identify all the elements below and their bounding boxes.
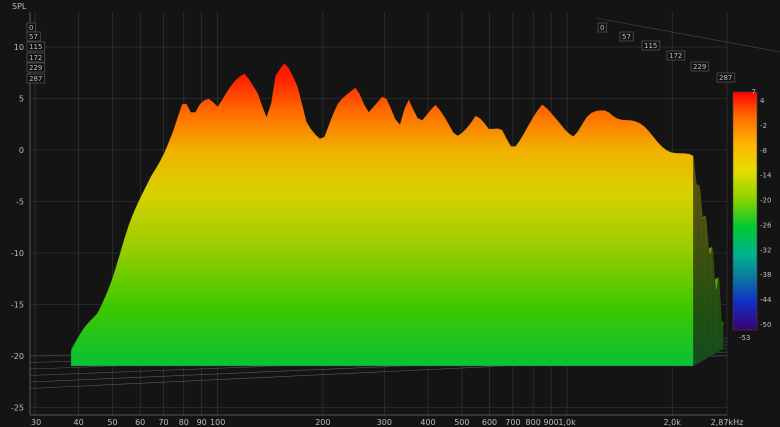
time-tick-left: 229 <box>29 64 42 72</box>
y-tick-label: -25 <box>11 404 24 413</box>
waterfall-plot: SPL1050-5-10-15-20-2530 40 50 60 70 80 90 100 20… <box>11 2 780 427</box>
y-tick-label: 0 <box>19 146 24 155</box>
x-tick-label: 30 <box>31 418 41 427</box>
x-tick-label: 60 <box>135 418 145 427</box>
colorbar-tick-label: -32 <box>760 246 771 254</box>
time-tick-right: 229 <box>693 63 706 71</box>
x-tick-label: 700 <box>505 418 520 427</box>
x-tick-label: 80 <box>179 418 189 427</box>
x-tick-label: 500 <box>454 418 469 427</box>
colorbar-tick-label: -26 <box>760 221 772 229</box>
time-tick-left: 172 <box>29 54 42 62</box>
colorbar-tick-label: -38 <box>760 271 771 279</box>
colorbar-tick-label: -53 <box>739 334 750 342</box>
x-tick-label: 200 <box>315 418 330 427</box>
x-tick-label: 70 <box>158 418 168 427</box>
x-tick-label: 100 <box>210 418 225 427</box>
y-tick-label: -10 <box>11 249 24 258</box>
waterfall-slice <box>70 62 694 367</box>
colorbar-tick-label: -14 <box>760 172 772 180</box>
time-tick-left: 57 <box>29 33 38 41</box>
y-tick-label: 10 <box>14 43 24 52</box>
colorbar-tick-label: -8 <box>760 147 767 155</box>
y-tick-label: -20 <box>11 352 24 361</box>
x-tick-label: 40 <box>74 418 84 427</box>
y-tick-label: -15 <box>11 301 24 310</box>
x-tick-label: 900 <box>543 418 558 427</box>
waterfall-surface <box>70 62 724 367</box>
y-tick-label: 5 <box>19 95 24 104</box>
colorbar-gradient <box>732 91 758 331</box>
time-tick-left: 0 <box>29 24 33 32</box>
colorbar-tick-label: 4 <box>760 97 765 105</box>
time-tick-right: 172 <box>669 52 682 60</box>
time-tick-right: 0 <box>600 24 604 32</box>
x-tick-label: 1,0k <box>558 418 576 427</box>
x-tick-label: 300 <box>377 418 392 427</box>
x-tick-label: 2,87kHz <box>711 418 744 427</box>
colorbar-tick-label: -50 <box>760 321 771 329</box>
x-tick-label: 400 <box>420 418 435 427</box>
x-tick-label: 50 <box>107 418 117 427</box>
x-tick-label: 90 <box>197 418 207 427</box>
time-tick-right: 115 <box>644 42 657 50</box>
time-tick-right: 57 <box>622 33 631 41</box>
colorbar-tick-label: -20 <box>760 197 771 205</box>
x-tick-label: 800 <box>526 418 541 427</box>
colorbar: 74 -2 -8 -14 -20 -26 -32 -38 -44 -50 -53 <box>732 88 772 342</box>
colorbar-tick-label: 7 <box>752 88 756 96</box>
colorbar-tick-label: -2 <box>760 122 767 130</box>
time-tick-left: 287 <box>29 75 42 83</box>
x-tick-label: 2,0k <box>664 418 682 427</box>
x-tick-label: 600 <box>482 418 497 427</box>
time-tick-right: 287 <box>719 74 732 82</box>
y-axis-title: SPL <box>12 2 27 11</box>
y-tick-label: -5 <box>16 198 24 207</box>
colorbar-tick-label: -44 <box>760 296 772 304</box>
time-tick-left: 115 <box>29 43 42 51</box>
